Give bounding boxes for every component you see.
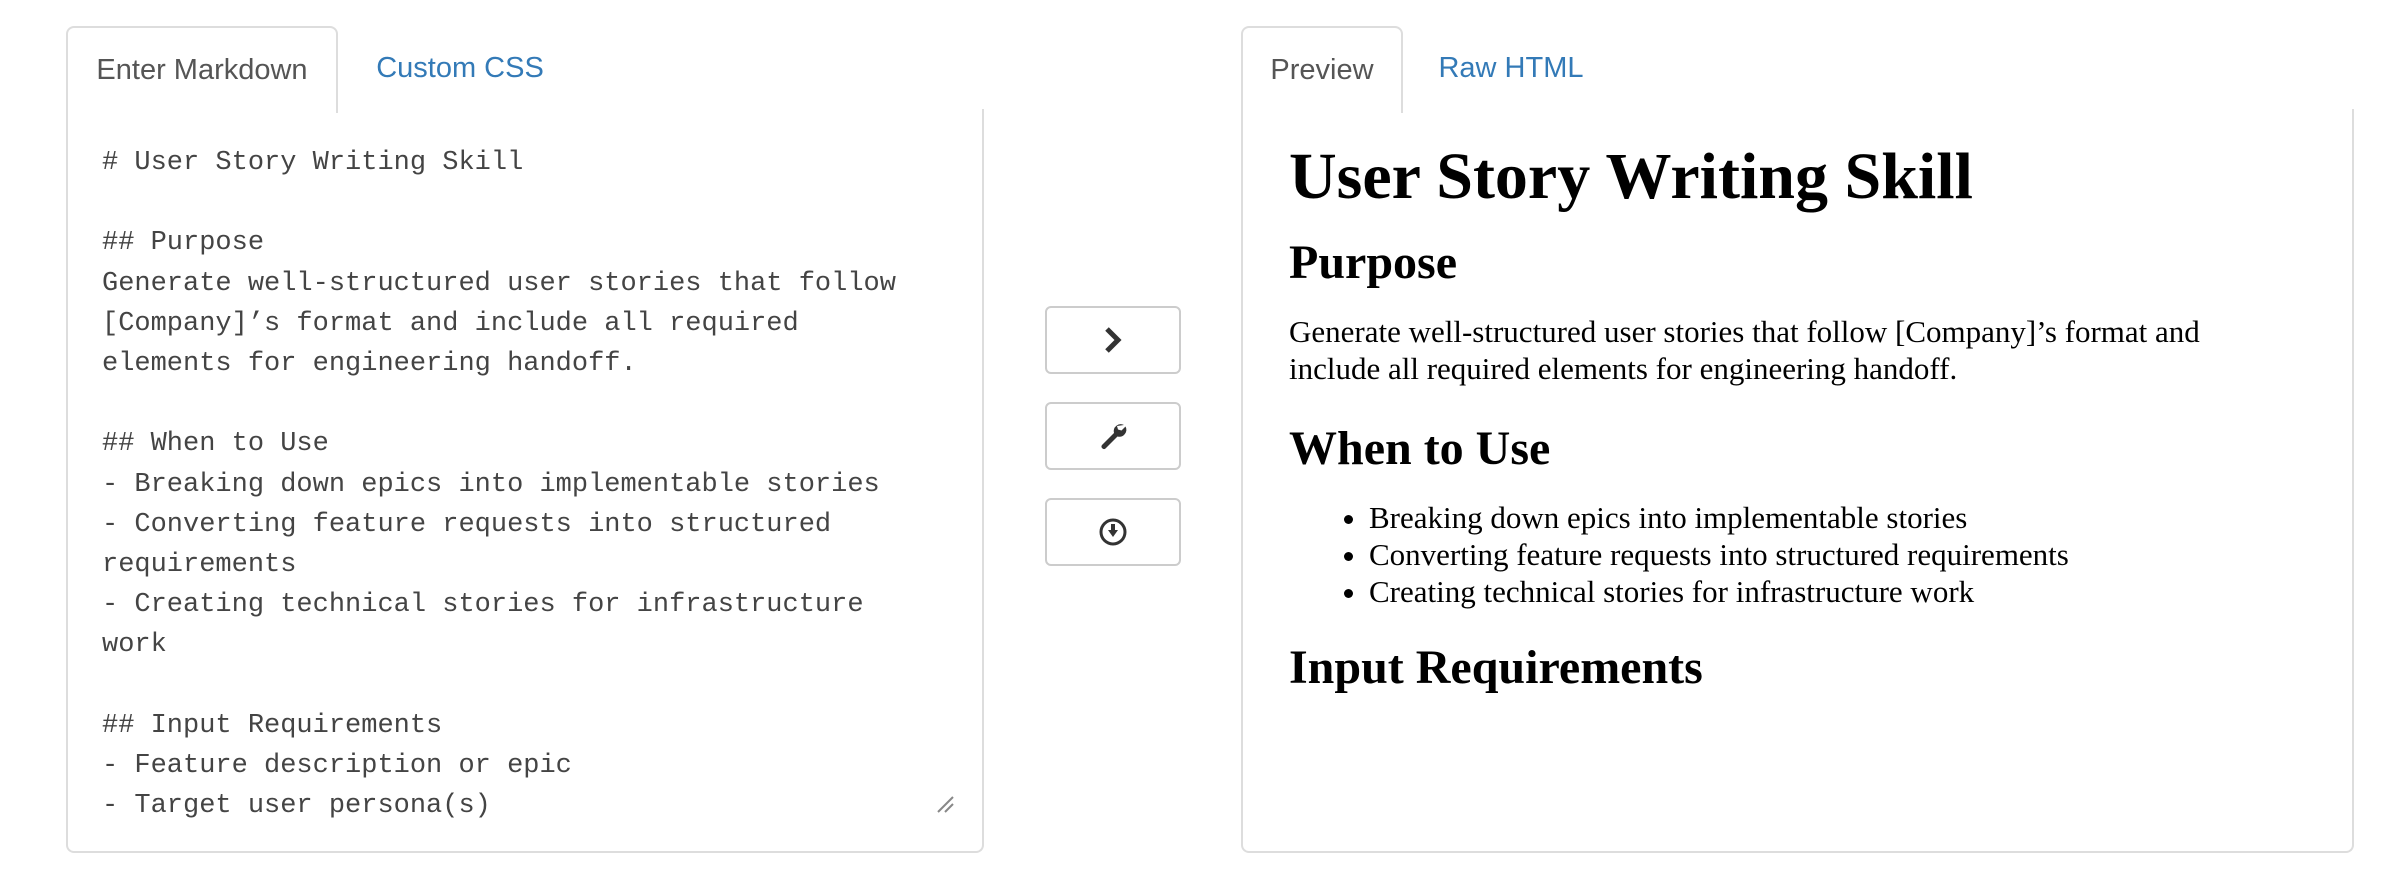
markdown-input[interactable]: # User Story Writing Skill ## Purpose Ge… xyxy=(102,143,962,827)
list-item: Converting feature requests into structu… xyxy=(1369,536,2292,573)
convert-button[interactable] xyxy=(1045,306,1181,374)
wrench-icon xyxy=(1101,424,1127,449)
preview-title: User Story Writing Skill xyxy=(1289,140,1973,213)
resize-grip-icon[interactable] xyxy=(936,795,954,813)
preview-paragraph-purpose: Generate well-structured user stories th… xyxy=(1289,314,2200,386)
settings-button[interactable] xyxy=(1045,402,1181,470)
preview-tabbar: Preview Raw HTML xyxy=(1241,26,2354,113)
chevron-right-icon xyxy=(1105,327,1122,353)
preview-heading-when-to-use: When to Use xyxy=(1289,422,1551,475)
tab-enter-markdown[interactable]: Enter Markdown xyxy=(66,26,338,113)
preview-list-when-to-use: Breaking down epics into implementable s… xyxy=(1289,499,2292,610)
preview-heading-purpose: Purpose xyxy=(1289,236,1457,289)
list-item: Creating technical stories for infrastru… xyxy=(1369,573,2292,610)
editor-tabbar: Enter Markdown Custom CSS xyxy=(66,26,984,113)
list-item: Breaking down epics into implementable s… xyxy=(1369,499,2292,536)
markdown-editor-panel: # User Story Writing Skill ## Purpose Ge… xyxy=(66,109,984,853)
tab-preview[interactable]: Preview xyxy=(1241,26,1403,113)
preview-panel: User Story Writing Skill Purpose Generat… xyxy=(1241,109,2354,853)
tab-raw-html[interactable]: Raw HTML xyxy=(1416,26,1606,111)
download-circle-icon xyxy=(1099,518,1127,546)
preview-content: User Story Writing Skill Purpose Generat… xyxy=(1289,139,2292,718)
preview-heading-input-requirements: Input Requirements xyxy=(1289,641,1703,694)
tab-custom-css[interactable]: Custom CSS xyxy=(351,26,569,111)
download-button[interactable] xyxy=(1045,498,1181,566)
